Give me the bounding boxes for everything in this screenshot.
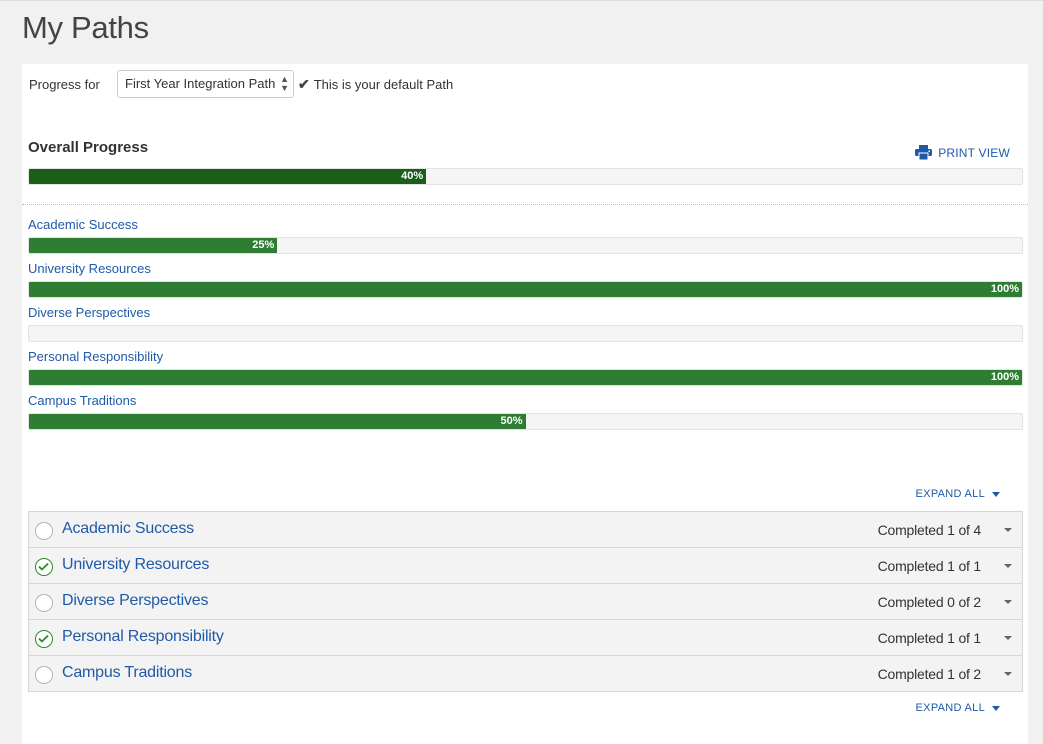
section-status: Completed 1 of 1 xyxy=(877,558,982,574)
empty-circle-icon xyxy=(35,522,53,540)
category-bar-diverse-perspectives xyxy=(28,325,1023,342)
section-status: Completed 1 of 2 xyxy=(877,666,982,682)
empty-circle-icon xyxy=(35,666,53,684)
section-status: Completed 1 of 4 xyxy=(877,522,982,538)
section-status: Completed 0 of 2 xyxy=(877,594,982,610)
category-percent: 100% xyxy=(990,283,1019,295)
category-link-diverse-perspectives[interactable]: Diverse Perspectives xyxy=(28,305,150,320)
section-title[interactable]: University Resources xyxy=(62,556,209,574)
empty-circle-icon xyxy=(35,594,53,612)
category-percent: 50% xyxy=(500,415,523,427)
category-bar-university-resources: 100% xyxy=(28,281,1023,298)
overall-progress-percent: 40% xyxy=(401,170,424,182)
section-title[interactable]: Academic Success xyxy=(62,520,194,538)
default-path-note: ✔ This is your default Path xyxy=(298,76,453,93)
top-border xyxy=(0,0,1043,1)
check-icon: ✔ xyxy=(298,76,310,92)
category-link-personal-responsibility[interactable]: Personal Responsibility xyxy=(28,349,163,364)
overall-progress-title: Overall Progress xyxy=(28,139,149,156)
caret-down-icon[interactable] xyxy=(1004,564,1012,568)
divider xyxy=(22,204,1028,205)
section-title[interactable]: Personal Responsibility xyxy=(62,628,224,646)
section-title[interactable]: Diverse Perspectives xyxy=(62,592,208,610)
category-percent: 25% xyxy=(252,239,275,251)
section-status: Completed 1 of 1 xyxy=(877,630,982,646)
expand-all-button-top[interactable]: EXPAND ALL xyxy=(916,488,1000,500)
section-title[interactable]: Campus Traditions xyxy=(62,664,192,682)
check-circle-icon xyxy=(35,630,53,648)
caret-down-icon[interactable] xyxy=(1004,672,1012,676)
section-row-academic-success[interactable]: Academic Success Completed 1 of 4 xyxy=(29,512,1022,548)
caret-down-icon[interactable] xyxy=(1004,600,1012,604)
category-fill: 100% xyxy=(29,370,1022,385)
overall-progress-fill: 40% xyxy=(29,169,427,184)
category-fill: 100% xyxy=(29,282,1022,297)
section-row-personal-responsibility[interactable]: Personal Responsibility Completed 1 of 1 xyxy=(29,620,1022,656)
path-select-value: First Year Integration Path xyxy=(125,76,276,91)
sections-accordion: Academic Success Completed 1 of 4 Univer… xyxy=(28,511,1023,692)
category-fill: 50% xyxy=(29,414,526,429)
print-view-label: PRINT VIEW xyxy=(938,145,1010,160)
category-percent: 100% xyxy=(990,371,1019,383)
print-view-link[interactable]: PRINT VIEW xyxy=(915,145,1010,160)
overall-progress-bar: 40% xyxy=(28,168,1023,185)
section-row-diverse-perspectives[interactable]: Diverse Perspectives Completed 0 of 2 xyxy=(29,584,1022,620)
category-link-academic-success[interactable]: Academic Success xyxy=(28,217,138,232)
page-title: My Paths xyxy=(22,10,149,45)
expand-all-label: EXPAND ALL xyxy=(915,488,985,500)
path-select[interactable]: First Year Integration Path ▲ ▼ xyxy=(117,70,294,98)
category-fill: 25% xyxy=(29,238,278,253)
printer-icon xyxy=(915,145,933,160)
expand-all-label: EXPAND ALL xyxy=(915,702,985,714)
caret-down-icon xyxy=(992,705,1000,711)
section-row-campus-traditions[interactable]: Campus Traditions Completed 1 of 2 xyxy=(29,656,1022,691)
default-path-text: This is your default Path xyxy=(313,77,454,92)
select-arrows-icon: ▲ ▼ xyxy=(280,74,289,93)
category-bar-personal-responsibility: 100% xyxy=(28,369,1023,386)
category-link-university-resources[interactable]: University Resources xyxy=(28,261,151,276)
category-link-campus-traditions[interactable]: Campus Traditions xyxy=(28,393,136,408)
caret-down-icon[interactable] xyxy=(1004,636,1012,640)
expand-all-button-bottom[interactable]: EXPAND ALL xyxy=(916,702,1000,714)
category-bar-academic-success: 25% xyxy=(28,237,1023,254)
check-circle-icon xyxy=(35,558,53,576)
progress-panel: Progress for First Year Integration Path… xyxy=(22,64,1028,744)
caret-down-icon xyxy=(992,491,1000,497)
caret-down-icon[interactable] xyxy=(1004,528,1012,532)
section-row-university-resources[interactable]: University Resources Completed 1 of 1 xyxy=(29,548,1022,584)
progress-for-label: Progress for xyxy=(29,77,100,92)
category-bar-campus-traditions: 50% xyxy=(28,413,1023,430)
